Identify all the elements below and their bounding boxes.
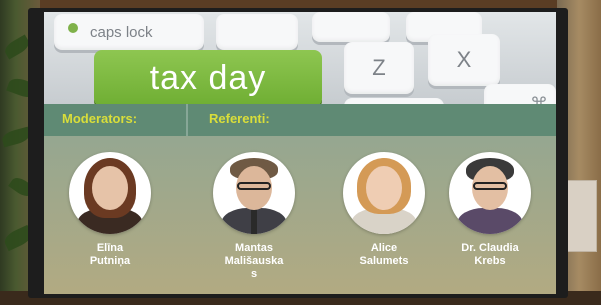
speaker-name: Elīna Putniņa (89, 242, 131, 267)
keyboard-key (216, 14, 298, 50)
photo-glasses (237, 182, 271, 190)
x-key: X (428, 34, 500, 86)
speaker-name: Mantas Mališauska s (224, 242, 284, 280)
speakers-header: Moderators: Referenti: (44, 104, 556, 136)
presentation-slide: caps lock tax day Z X ⌘ Moderators: Refe… (44, 12, 556, 294)
speaker-photo (213, 152, 295, 234)
speaker-card: Alice Salumets (324, 152, 444, 268)
caps-lock-key: caps lock (54, 14, 204, 50)
speaker-photo (69, 152, 151, 234)
speaker-card: Elīna Putniņa (50, 152, 170, 268)
referents-heading: Referenti: (209, 111, 270, 126)
keyboard-key (312, 12, 390, 42)
speaker-photo (449, 152, 531, 234)
header-divider (186, 104, 188, 136)
z-key: Z (344, 42, 414, 94)
speaker-photo (343, 152, 425, 234)
command-icon: ⌘ (530, 93, 548, 105)
tax-day-label: tax day (149, 58, 267, 97)
photo-body (457, 208, 523, 234)
tax-day-key: tax day (94, 50, 322, 104)
moderators-heading: Moderators: (62, 111, 138, 126)
keyboard-photo: caps lock tax day Z X ⌘ (44, 12, 556, 104)
caps-lock-label: caps lock (90, 23, 153, 41)
speaker-card: Dr. Claudia Krebs (430, 152, 550, 268)
photo-glasses (473, 182, 507, 190)
x-key-label: X (456, 47, 472, 72)
photo-tie (251, 210, 257, 234)
caps-indicator-icon (68, 23, 78, 33)
speaker-name: Alice Salumets (359, 242, 409, 267)
photo-face (366, 166, 402, 210)
speaker-name: Dr. Claudia Krebs (461, 242, 519, 267)
speaker-card: Mantas Mališauska s (194, 152, 314, 281)
z-key-label: Z (372, 55, 386, 80)
photo-face (92, 166, 128, 210)
command-key: ⌘ (484, 84, 556, 104)
